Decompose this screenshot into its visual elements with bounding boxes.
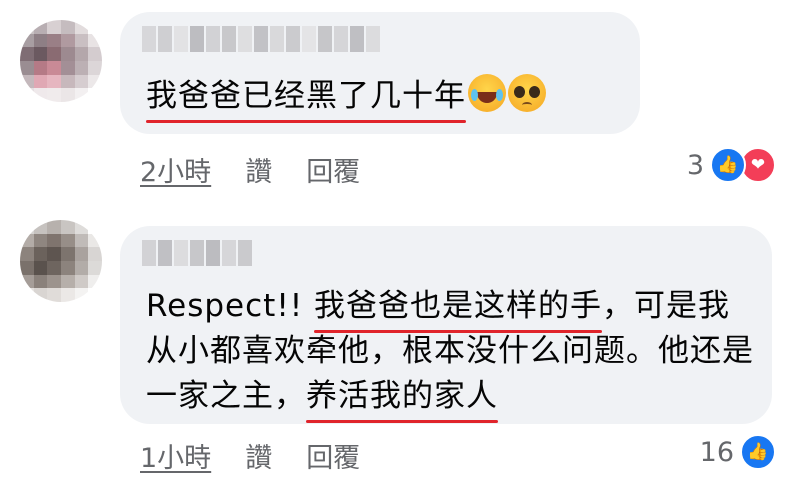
reaction-count: 16: [699, 436, 734, 468]
like-icon: 👍: [740, 434, 776, 470]
timestamp-link[interactable]: 1小時: [140, 436, 211, 475]
reaction-count: 3: [686, 149, 704, 181]
text-prefix: Respect!!: [146, 288, 315, 324]
avatar[interactable]: [20, 220, 102, 302]
like-button[interactable]: 讚: [245, 436, 272, 475]
like-icon: 👍: [710, 147, 746, 183]
reactions-summary[interactable]: 16 👍: [700, 434, 776, 470]
comment-1: 我爸爸已经黑了几十年 2小時 讚 回覆 3 👍 ❤: [0, 0, 800, 200]
comment-bubble: Respect!! 我爸爸也是这样的手，可是我从小都喜欢牵他，根本没什么问题。他…: [120, 226, 772, 424]
author-name-blurred[interactable]: [142, 26, 380, 52]
avatar[interactable]: [20, 20, 102, 102]
like-button[interactable]: 讚: [245, 150, 272, 189]
reply-button[interactable]: 回覆: [306, 150, 360, 189]
underlined-text: 我爸爸已经黑了几十年: [146, 74, 466, 123]
laughing-tears-emoji: [468, 74, 506, 112]
timestamp-link[interactable]: 2小時: [140, 150, 211, 189]
comment-actions: 1小時 讚 回覆: [140, 436, 360, 475]
comment-text: 我爸爸已经黑了几十年: [146, 74, 546, 123]
comment-bubble: 我爸爸已经黑了几十年: [120, 12, 640, 134]
comment-actions: 2小時 讚 回覆: [140, 150, 360, 189]
underlined-text-2: 养活我的家人: [306, 374, 498, 423]
pleading-face-emoji: [508, 74, 546, 112]
reply-button[interactable]: 回覆: [306, 436, 360, 475]
comment-text: Respect!! 我爸爸也是这样的手，可是我从小都喜欢牵他，根本没什么问题。他…: [146, 284, 756, 423]
underlined-text-1: 我爸爸也是这样的手: [314, 284, 603, 333]
author-name-blurred[interactable]: [142, 240, 252, 266]
reactions-summary[interactable]: 3 👍 ❤: [687, 147, 776, 183]
comment-2: Respect!! 我爸爸也是这样的手，可是我从小都喜欢牵他，根本没什么问题。他…: [0, 206, 800, 488]
